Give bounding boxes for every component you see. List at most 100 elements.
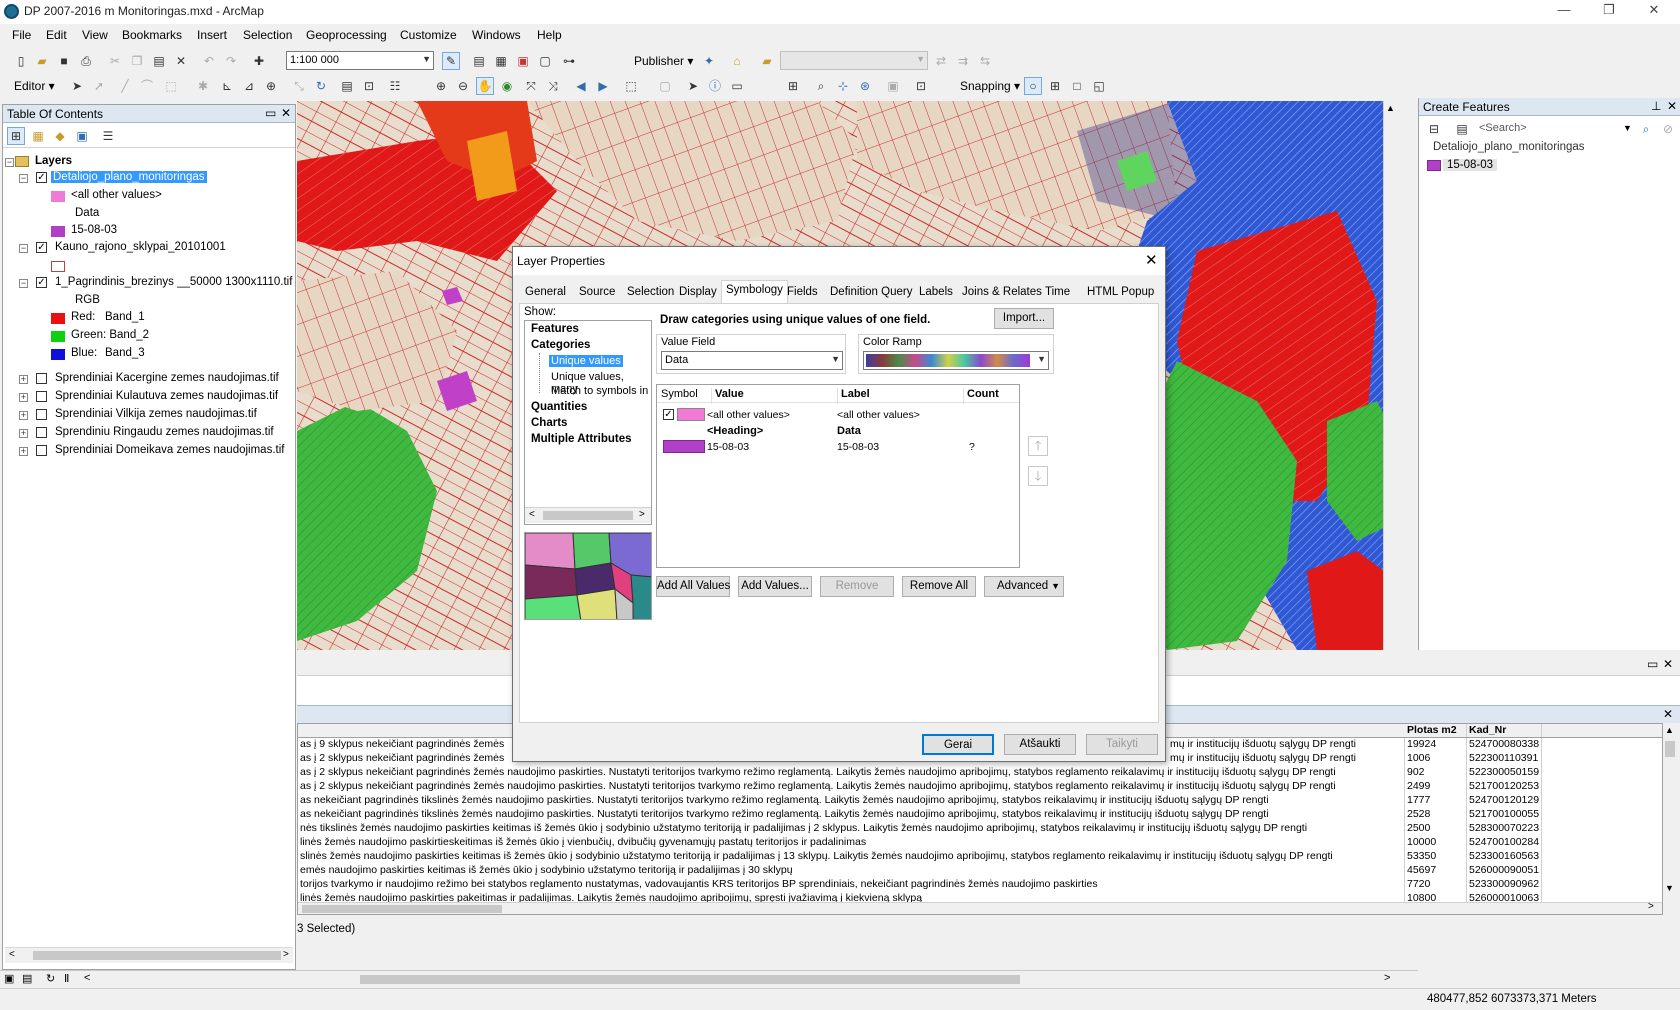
layer-name[interactable]: Sprendiniu Ringaudu zemes naudojimas.tif [55, 426, 274, 438]
html-popup-icon[interactable]: ▭ [728, 77, 746, 95]
collapse-layers-icon[interactable]: − [5, 158, 14, 167]
symbol-swatch-value[interactable] [663, 440, 705, 453]
layer3-visibility-checkbox[interactable]: ✓ [36, 277, 47, 288]
layout-view-icon[interactable]: ▤ [22, 972, 32, 985]
layer1-visibility-checkbox[interactable]: ✓ [36, 172, 47, 183]
attributes-icon[interactable]: ▤ [338, 77, 356, 95]
identify-icon[interactable]: ⓘ [706, 77, 724, 95]
table-row[interactable]: slinės žemės naudojimo paskirties keitim… [298, 850, 1662, 864]
menu-customize[interactable]: Customize [400, 28, 457, 42]
table-horizontal-scrollbar[interactable]: > [298, 901, 1662, 914]
layer-visibility-checkbox[interactable] [36, 373, 47, 384]
import-button[interactable]: Import... [994, 308, 1054, 329]
menu-edit[interactable]: Edit [46, 28, 67, 42]
map-vertical-scrollbar[interactable]: ▲ [1383, 101, 1397, 650]
remove-all-button[interactable]: Remove All [902, 576, 976, 597]
close-icon[interactable]: ✕ [1667, 99, 1677, 113]
select-elements-icon[interactable]: ➤ [684, 77, 702, 95]
show-other-values-checkbox[interactable]: ✓ [663, 409, 674, 420]
catalog-window-icon[interactable]: ▦ [492, 52, 510, 70]
layer2-name[interactable]: Kauno_rajono_sklypai_20101001 [55, 241, 226, 253]
toc-horizontal-scrollbar[interactable]: < > [5, 947, 293, 963]
cancel-button[interactable]: Atšaukti [1004, 734, 1076, 755]
undo-icon[interactable]: ↶ [200, 52, 218, 70]
scroll-down-icon[interactable]: ▼ [1665, 883, 1674, 893]
menu-windows[interactable]: Windows [472, 28, 521, 42]
fixed-zoom-out-icon[interactable]: ⤨ [544, 77, 562, 95]
renderer-features[interactable]: Features [531, 323, 579, 335]
maximize-button[interactable]: ❐ [1595, 2, 1623, 20]
editor-menu[interactable]: Editor ▾ [14, 79, 55, 93]
arctoolbox-icon[interactable]: ▢ [536, 52, 554, 70]
tab-source[interactable]: Source [575, 283, 619, 303]
add-all-values-button[interactable]: Add All Values [656, 576, 730, 597]
col-count[interactable]: Count [963, 388, 999, 404]
search-icon[interactable]: ⌕ [1637, 120, 1655, 138]
menu-geoprocessing[interactable]: Geoprocessing [306, 28, 387, 42]
tab-definition-query[interactable]: Definition Query [826, 283, 916, 303]
scroll-right-icon[interactable]: > [1648, 901, 1654, 912]
scroll-thumb[interactable] [302, 905, 502, 913]
tab-fields[interactable]: Fields [783, 283, 822, 303]
menu-view[interactable]: View [82, 28, 108, 42]
header-plotas[interactable]: Plotas m2 [1405, 724, 1467, 737]
split-tool-icon[interactable]: ⊾ [218, 77, 236, 95]
add-values-button[interactable]: Add Values... [738, 576, 812, 597]
renderer-unique-values[interactable]: Unique values [549, 355, 623, 367]
zoom-in-icon[interactable]: ⊕ [432, 77, 450, 95]
save-icon[interactable]: ■ [55, 52, 73, 70]
remove-button[interactable]: Remove [820, 576, 894, 597]
table-row[interactable]: linės žemės naudojimo paskirtieskeitimas… [298, 836, 1662, 850]
home-icon[interactable]: ⌂ [728, 52, 746, 70]
organize-templates-icon[interactable]: ⊟ [1425, 120, 1443, 138]
collapse-layer3-icon[interactable]: − [19, 279, 28, 288]
renderer-categories[interactable]: Categories [531, 339, 590, 351]
layer-visibility-checkbox[interactable] [36, 445, 47, 456]
table-row[interactable]: as nekeičiant pagrindinės tikslinės žemė… [298, 794, 1662, 808]
layer3-name[interactable]: 1_Pagrindinis_brezinys __50000 1300x1110… [55, 276, 292, 288]
renderer-multiple-attributes[interactable]: Multiple Attributes [531, 433, 632, 445]
expand-icon[interactable]: + [19, 429, 28, 438]
tab-joins-relates[interactable]: Joins & Relates [958, 283, 1046, 303]
delete-icon[interactable]: ✕ [172, 52, 190, 70]
show-list-scrollbar[interactable]: < > [525, 507, 651, 523]
table-row[interactable]: as į 2 sklypus nekeičiant pagrindinės že… [298, 780, 1662, 794]
clear-search-icon[interactable]: ⊘ [1659, 120, 1677, 138]
pause-drawing-icon[interactable]: Ⅱ [64, 972, 69, 985]
layer-name[interactable]: Sprendiniai Vilkija zemes naudojimas.tif [55, 408, 257, 420]
publisher-menu[interactable]: Publisher ▾ [634, 54, 693, 68]
editor-toolbar-icon[interactable]: ✎ [442, 52, 460, 70]
template-item[interactable]: 15-08-03 [1443, 159, 1498, 171]
restore-icon[interactable]: ▭ [1647, 657, 1658, 671]
toc-window-icon[interactable]: ▤ [470, 52, 488, 70]
table-row[interactable]: emės naudojimo paskirties keitimas iš že… [298, 864, 1662, 878]
forward-extent-icon[interactable]: ▶ [594, 77, 612, 95]
copy-icon[interactable]: ❐ [128, 52, 146, 70]
snapping-menu[interactable]: Snapping ▾ [960, 79, 1020, 93]
scroll-thumb[interactable] [33, 951, 281, 960]
zoom-out-icon[interactable]: ⊖ [454, 77, 472, 95]
layer1-name[interactable]: Detaliojo_plano_monitoringas [51, 171, 207, 183]
header-kad-nr[interactable]: Kad_Nr [1467, 724, 1542, 737]
list-by-drawing-order-icon[interactable]: ⊞ [7, 127, 25, 145]
unique-value-heading-row[interactable]: <Heading> Data [657, 423, 1019, 439]
pin-icon[interactable]: ▭ [265, 106, 276, 120]
advanced-button[interactable]: Advanced ▼ [984, 576, 1064, 597]
map-scale-combo[interactable]: 1:100 000 ▼ [286, 51, 434, 70]
renderer-quantities[interactable]: Quantities [531, 401, 587, 413]
find-icon[interactable]: ⌕ [812, 77, 830, 95]
full-extent-icon[interactable]: ◉ [498, 77, 516, 95]
chevron-down-icon[interactable]: ▼ [1623, 123, 1632, 133]
table-row[interactable]: torijos tvarkymo ir naudojimo režimo bei… [298, 878, 1662, 892]
viewer-window-icon[interactable]: ▣ [884, 77, 902, 95]
rotate-tool-icon[interactable]: ⊕ [262, 77, 280, 95]
close-icon[interactable]: ✕ [1663, 657, 1673, 671]
scroll-right-icon[interactable]: > [1384, 972, 1390, 984]
table-row[interactable]: linės žemės naudojimo paskirties pakeiti… [298, 892, 1662, 902]
expand-icon[interactable]: + [19, 411, 28, 420]
expand-icon[interactable]: + [19, 447, 28, 456]
expand-icon[interactable]: + [19, 375, 28, 384]
value-field-select[interactable]: Data ▼ [661, 351, 843, 370]
layer-visibility-checkbox[interactable] [36, 409, 47, 420]
layer-name[interactable]: Sprendiniai Domeikava zemes naudojimas.t… [55, 444, 284, 456]
